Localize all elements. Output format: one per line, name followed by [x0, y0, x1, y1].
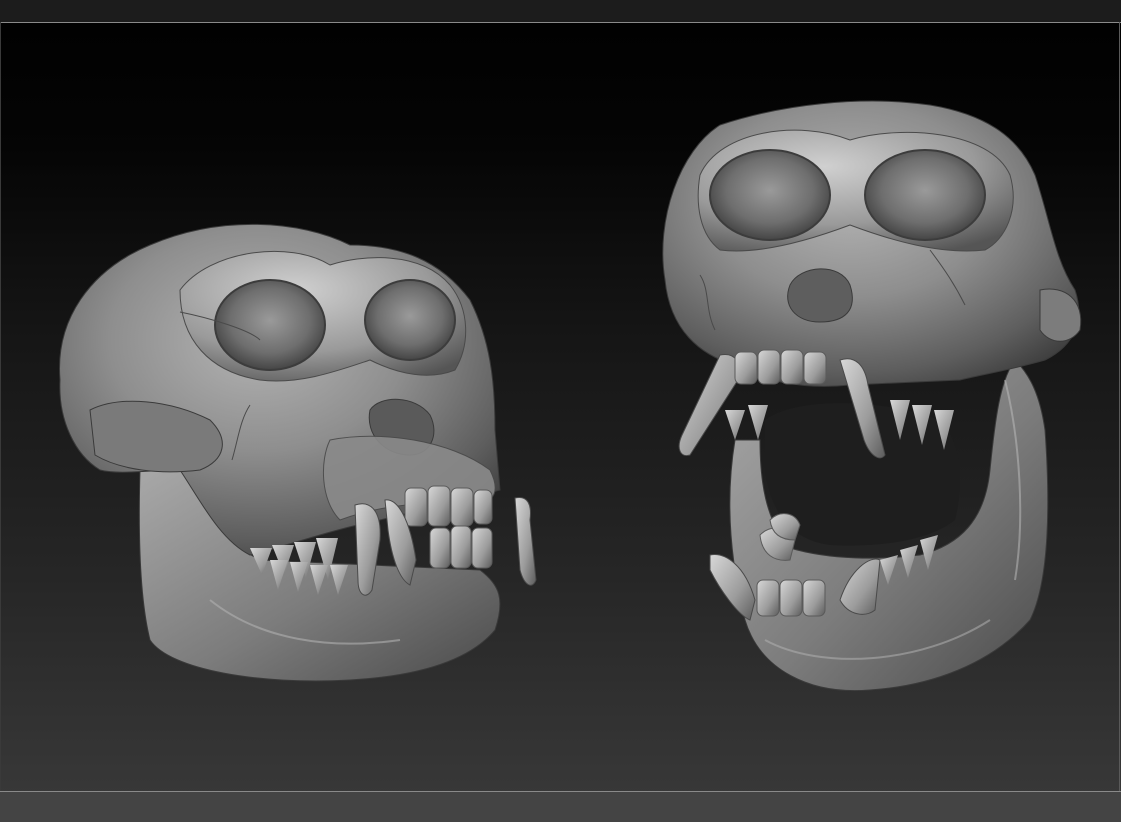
right-eye-socket-1 — [709, 149, 831, 241]
left-eye-socket-2 — [364, 279, 456, 361]
right-eye-socket-2 — [864, 149, 986, 241]
scene-canvas[interactable] — [0, 0, 1121, 822]
skull-closed-jaw[interactable] — [59, 223, 537, 682]
sculpt-viewport[interactable] — [0, 0, 1121, 822]
skull-open-jaw[interactable] — [662, 100, 1082, 692]
left-eye-socket-1 — [214, 279, 326, 371]
right-nasal-cavity — [787, 268, 853, 323]
